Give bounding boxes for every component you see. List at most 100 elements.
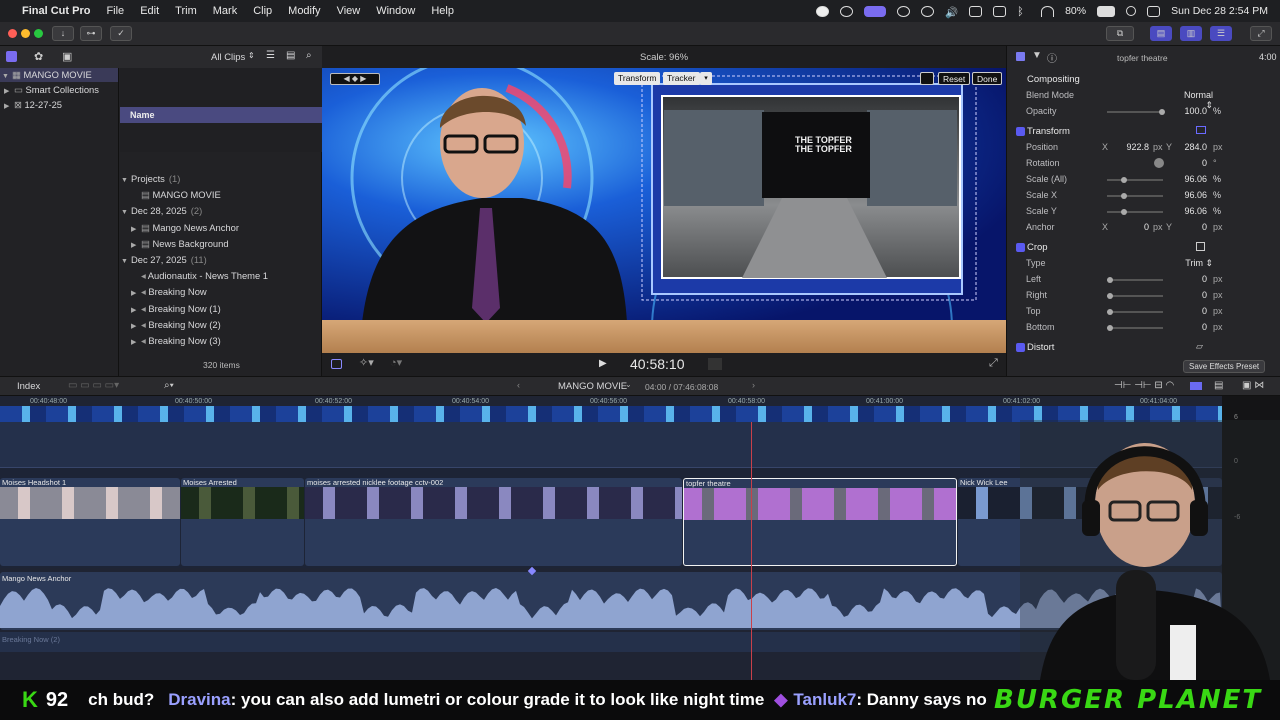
opacity-slider[interactable] bbox=[1107, 109, 1165, 115]
viewer-canvas[interactable]: THE TOPFER THE TOPFER ◀ ◆ ▶ Transform Tr… bbox=[322, 68, 1006, 353]
disclosure-open-icon[interactable]: ▼ bbox=[121, 255, 131, 269]
search-icon[interactable] bbox=[1126, 6, 1137, 16]
scale-y-value[interactable]: 96.06 bbox=[1177, 206, 1207, 216]
slider-knob[interactable] bbox=[1121, 177, 1127, 183]
crop-right-value[interactable]: 0 bbox=[1177, 290, 1207, 300]
viewer-timecode[interactable]: 40:58:10 bbox=[630, 356, 685, 372]
slider-knob[interactable] bbox=[1107, 325, 1113, 331]
disclosure-open-icon[interactable]: ▼ bbox=[121, 174, 131, 188]
clip-appearance-icon[interactable] bbox=[1190, 382, 1202, 390]
menu-file[interactable]: File bbox=[106, 5, 124, 17]
save-effects-preset-button[interactable]: Save Effects Preset bbox=[1183, 360, 1266, 373]
info-icon[interactable]: ⓘ bbox=[1047, 50, 1057, 65]
fullscreen-button[interactable]: ⤢ bbox=[1250, 26, 1272, 41]
slider-knob[interactable] bbox=[1107, 293, 1113, 299]
group-row[interactable]: ▼ Dec 27, 2025 (11) bbox=[121, 253, 321, 267]
zoom-tool-icon[interactable]: ⌕▾ bbox=[164, 380, 174, 391]
tracker-button[interactable]: Tracker bbox=[663, 72, 700, 85]
disclosure-closed-icon[interactable]: ▶ bbox=[131, 336, 141, 350]
audio-skimming-icons[interactable]: ⊣⊢ ⊣⊢ ⊟ ◠ bbox=[1114, 380, 1174, 391]
anchor-x-value[interactable]: 0 bbox=[1115, 222, 1149, 232]
history-back-icon[interactable]: ‹ bbox=[517, 380, 520, 390]
menu-edit[interactable]: Edit bbox=[140, 5, 159, 17]
fullscreen-viewer-icon[interactable]: ⤢ bbox=[989, 357, 998, 370]
record-icon[interactable] bbox=[816, 5, 830, 17]
crop-onscreen-icon[interactable] bbox=[1196, 242, 1205, 251]
disclosure-closed-icon[interactable]: ▶ bbox=[131, 320, 141, 334]
display-icon[interactable] bbox=[993, 5, 1007, 17]
distort-checkbox[interactable] bbox=[1016, 343, 1025, 352]
crop-type-select[interactable]: Trim ⇕ bbox=[1177, 258, 1213, 269]
rotation-dial[interactable] bbox=[1154, 158, 1164, 168]
divider[interactable] bbox=[118, 68, 119, 376]
layout-browser-button[interactable]: ▤ bbox=[1150, 26, 1172, 41]
transitions-browser-icon[interactable]: ▣ ⋈ bbox=[1242, 380, 1264, 391]
transform-onscreen-icon[interactable] bbox=[1196, 126, 1206, 134]
close-window-button[interactable] bbox=[8, 29, 17, 38]
filmstrip-icon[interactable]: ☰ bbox=[266, 50, 275, 61]
titles-icon[interactable]: ▣ bbox=[62, 50, 72, 63]
scale-y-slider[interactable] bbox=[1107, 209, 1163, 215]
share-button[interactable]: ⧉ bbox=[1106, 26, 1134, 41]
section-crop[interactable]: Crop bbox=[1027, 242, 1048, 253]
library-item[interactable]: ▼ ▦ MANGO MOVIE bbox=[0, 68, 118, 82]
disclosure-closed-icon[interactable]: ▶ bbox=[131, 223, 141, 237]
transform-button[interactable]: Transform bbox=[614, 72, 661, 85]
clip-row[interactable]: ▶ ▤ News Background bbox=[131, 237, 321, 251]
viewer-keyframe-controls[interactable]: ◀ ◆ ▶ bbox=[330, 73, 380, 85]
menu-modify[interactable]: Modify bbox=[288, 5, 320, 17]
clip-row[interactable]: ▤ MANGO MOVIE bbox=[131, 188, 321, 202]
clock[interactable]: Sun Dec 28 2:54 PM bbox=[1171, 5, 1268, 17]
video-inspector-icon[interactable] bbox=[1016, 52, 1025, 61]
scale-x-slider[interactable] bbox=[1107, 193, 1163, 199]
clip-row[interactable]: ◂ Audionautix - News Theme 1 bbox=[131, 269, 321, 283]
menu-help[interactable]: Help bbox=[431, 5, 454, 17]
keyboard-icon[interactable] bbox=[969, 5, 983, 17]
grid-icon[interactable] bbox=[897, 5, 911, 17]
library-icon[interactable] bbox=[6, 51, 17, 62]
screen-share-icon[interactable] bbox=[864, 5, 887, 17]
reset-button[interactable]: Reset bbox=[938, 72, 971, 85]
scale-all-value[interactable]: 96.06 bbox=[1177, 174, 1207, 184]
history-forward-icon[interactable]: › bbox=[752, 380, 755, 390]
menu-trim[interactable]: Trim bbox=[175, 5, 197, 17]
project-name[interactable]: MANGO MOVIE bbox=[558, 381, 627, 392]
menu-window[interactable]: Window bbox=[376, 5, 415, 17]
playhead[interactable] bbox=[751, 422, 752, 680]
settings-icon[interactable]: ▤ bbox=[286, 50, 295, 61]
timeline-clip[interactable]: Moises Arrested bbox=[181, 478, 304, 566]
app-menu[interactable]: Final Cut Pro bbox=[22, 5, 90, 17]
position-y-value[interactable]: 284.0 bbox=[1177, 142, 1207, 152]
section-distort[interactable]: Distort bbox=[1027, 342, 1054, 353]
clip-row[interactable]: ▶ ◂ Breaking Now bbox=[131, 285, 321, 299]
volume-icon[interactable]: 🔊 bbox=[945, 6, 958, 19]
crop-left-value[interactable]: 0 bbox=[1177, 274, 1207, 284]
slider-knob[interactable] bbox=[1107, 277, 1113, 283]
chevron-down-icon[interactable]: ⌄ bbox=[625, 380, 632, 389]
menu-view[interactable]: View bbox=[337, 5, 361, 17]
timeline-clip[interactable]: Moises Headshot 1 bbox=[0, 478, 180, 566]
disclosure-closed-icon[interactable]: ▶ bbox=[131, 287, 141, 301]
zoom-window-button[interactable] bbox=[34, 29, 43, 38]
timeline-clip[interactable]: topfer theatre bbox=[683, 478, 957, 566]
disclosure-closed-icon[interactable]: ▶ bbox=[4, 100, 14, 114]
viewer-speed-icon[interactable]: ◔▾ bbox=[390, 356, 402, 369]
edit-buttons[interactable]: ▭ ▭ ▭ ▭▾ bbox=[68, 380, 119, 391]
scale-all-slider[interactable] bbox=[1107, 177, 1163, 183]
wifi-icon[interactable] bbox=[1041, 5, 1055, 17]
transform-checkbox[interactable] bbox=[1016, 127, 1025, 136]
photos-icon[interactable]: ✿ bbox=[34, 50, 43, 63]
viewer-enhance-icon[interactable]: ✧▾ bbox=[359, 356, 374, 369]
anchor-y-value[interactable]: 0 bbox=[1177, 222, 1207, 232]
play-icon[interactable] bbox=[921, 5, 935, 17]
distort-onscreen-icon[interactable]: ▱ bbox=[1196, 341, 1203, 352]
aspect-icon[interactable] bbox=[920, 72, 934, 85]
layout-inspector-button[interactable]: ☰ bbox=[1210, 26, 1232, 41]
clip-row[interactable]: ▶ ◂ Breaking Now (2) bbox=[131, 318, 321, 332]
group-row[interactable]: ▼ Dec 28, 2025 (2) bbox=[121, 204, 321, 218]
crop-bottom-value[interactable]: 0 bbox=[1177, 322, 1207, 332]
disclosure-closed-icon[interactable]: ▶ bbox=[131, 239, 141, 253]
done-button[interactable]: Done bbox=[972, 72, 1003, 85]
disclosure-open-icon[interactable]: ▼ bbox=[121, 206, 131, 220]
group-row[interactable]: ▼ Projects (1) bbox=[121, 172, 321, 186]
